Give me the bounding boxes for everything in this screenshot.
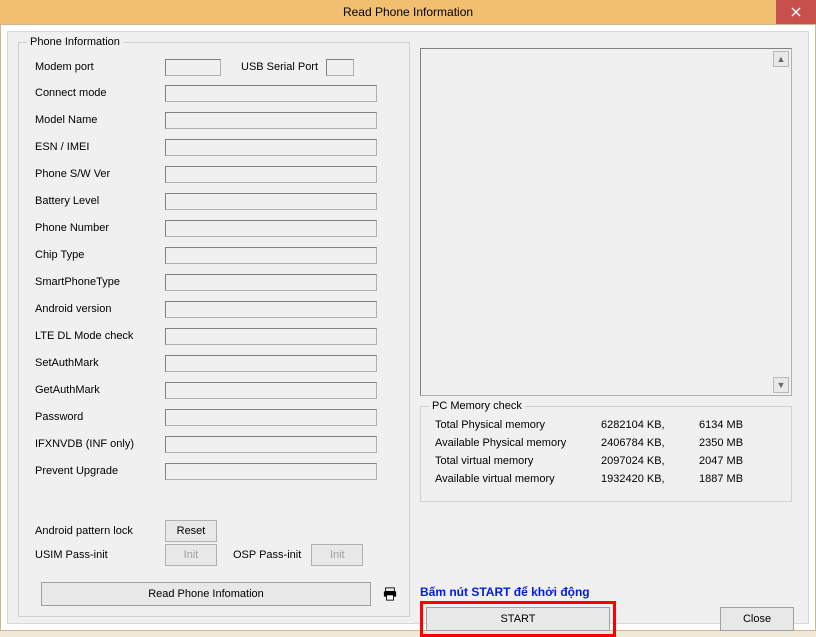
- start-button[interactable]: START: [426, 607, 610, 631]
- print-button[interactable]: [379, 582, 401, 606]
- usim-pass-init-label: USIM Pass-init: [35, 549, 165, 561]
- get-auth-mark-label: GetAuthMark: [35, 384, 165, 396]
- chip-type-label: Chip Type: [35, 249, 165, 261]
- set-auth-mark-label: SetAuthMark: [35, 357, 165, 369]
- scroll-up-button[interactable]: ▲: [773, 51, 789, 67]
- log-textarea[interactable]: ▲ ▼: [420, 48, 792, 396]
- phone-sw-ver-value: [165, 166, 377, 183]
- android-version-value: [165, 301, 377, 318]
- phone-number-value: [165, 220, 377, 237]
- get-auth-mark-value: [165, 382, 377, 399]
- android-version-label: Android version: [35, 303, 165, 315]
- phone-info-legend: Phone Information: [27, 36, 123, 48]
- usb-serial-label: USB Serial Port: [241, 61, 318, 73]
- window-body: Phone Information Modem port USB Serial …: [0, 24, 816, 631]
- ifxnvdb-label: IFXNVDB (INF only): [35, 438, 165, 450]
- reset-button[interactable]: Reset: [165, 520, 217, 542]
- password-value: [165, 409, 377, 426]
- password-label: Password: [35, 411, 165, 423]
- phone-sw-ver-label: Phone S/W Ver: [35, 168, 165, 180]
- close-icon: [791, 7, 801, 17]
- read-phone-info-button[interactable]: Read Phone Infomation: [41, 582, 371, 606]
- annotation-text: Bấm nút START để khởi động: [420, 585, 590, 599]
- lte-dl-mode-label: LTE DL Mode check: [35, 330, 165, 342]
- model-name-value: [165, 112, 377, 129]
- phone-number-label: Phone Number: [35, 222, 165, 234]
- mem-row-avail-virtual: Available virtual memory 1932420 KB, 188…: [435, 473, 743, 485]
- printer-icon: [383, 587, 397, 601]
- modem-port-label: Modem port: [35, 61, 165, 73]
- smartphone-type-label: SmartPhoneType: [35, 276, 165, 288]
- prevent-upgrade-value: [165, 463, 377, 480]
- titlebar: Read Phone Information: [0, 0, 816, 24]
- lte-dl-mode-value: [165, 328, 377, 345]
- chip-type-value: [165, 247, 377, 264]
- esn-imei-value: [165, 139, 377, 156]
- window-close-button[interactable]: [776, 0, 816, 24]
- modem-port-value: [165, 59, 221, 76]
- prevent-upgrade-label: Prevent Upgrade: [35, 465, 165, 477]
- pc-memory-check-group: PC Memory check Total Physical memory 62…: [420, 406, 792, 502]
- connect-mode-label: Connect mode: [35, 87, 165, 99]
- model-name-label: Model Name: [35, 114, 165, 126]
- esn-imei-label: ESN / IMEI: [35, 141, 165, 153]
- usim-init-button[interactable]: Init: [165, 544, 217, 566]
- scroll-down-button[interactable]: ▼: [773, 377, 789, 393]
- phone-information-group: Phone Information Modem port USB Serial …: [18, 42, 410, 617]
- osp-pass-init-label: OSP Pass-init: [233, 549, 301, 561]
- osp-init-button[interactable]: Init: [311, 544, 363, 566]
- mem-row-avail-physical: Available Physical memory 2406784 KB, 23…: [435, 437, 743, 449]
- dialog-inner: Phone Information Modem port USB Serial …: [7, 31, 809, 624]
- pc-memory-legend: PC Memory check: [429, 400, 525, 412]
- connect-mode-value: [165, 85, 377, 102]
- close-button[interactable]: Close: [720, 607, 794, 631]
- mem-row-total-virtual: Total virtual memory 2097024 KB, 2047 MB: [435, 455, 743, 467]
- battery-level-value: [165, 193, 377, 210]
- android-pattern-lock-label: Android pattern lock: [35, 525, 165, 537]
- battery-level-label: Battery Level: [35, 195, 165, 207]
- set-auth-mark-value: [165, 355, 377, 372]
- window-title: Read Phone Information: [0, 5, 816, 19]
- usb-serial-value: [326, 59, 354, 76]
- ifxnvdb-value: [165, 436, 377, 453]
- mem-row-total-physical: Total Physical memory 6282104 KB, 6134 M…: [435, 419, 743, 431]
- smartphone-type-value: [165, 274, 377, 291]
